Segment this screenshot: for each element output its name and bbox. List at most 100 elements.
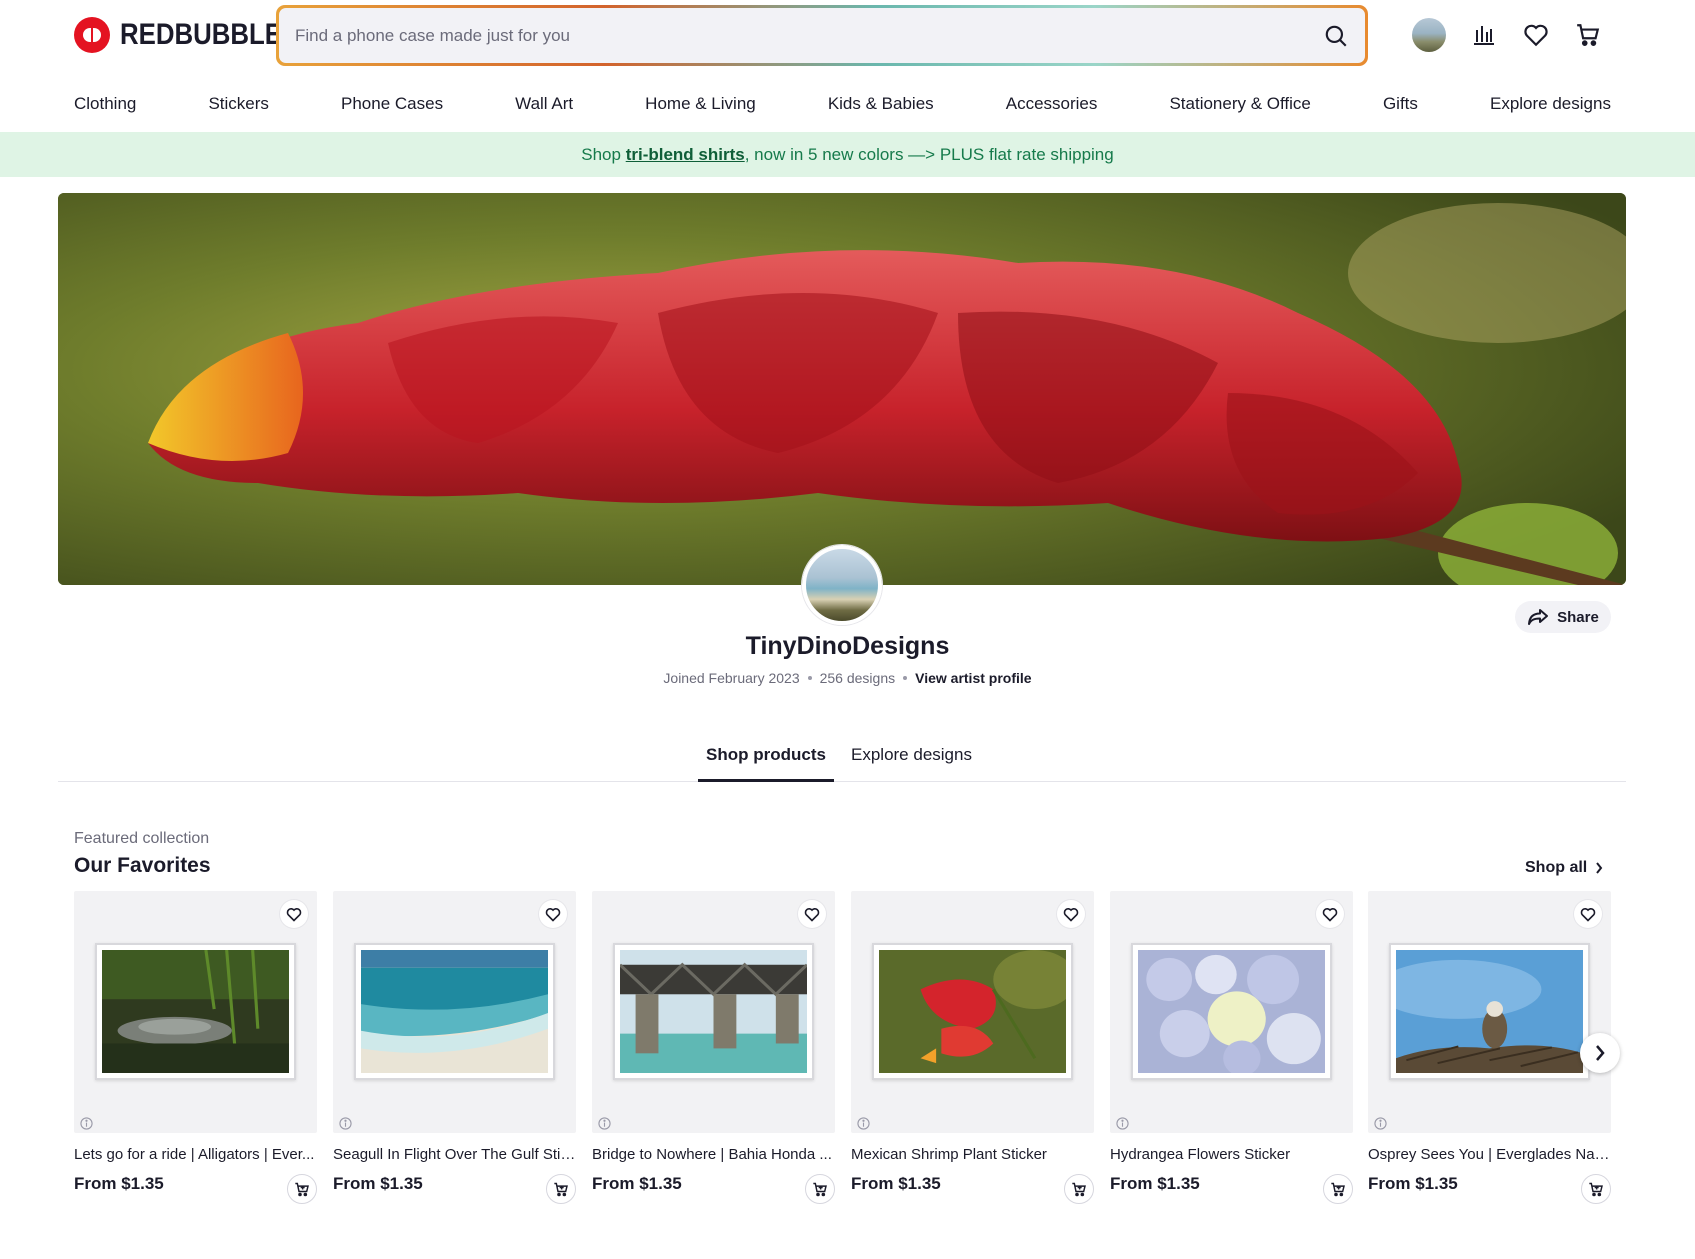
product-title[interactable]: Mexican Shrimp Plant Sticker <box>851 1146 1094 1163</box>
chevron-right-icon <box>1596 862 1603 874</box>
view-artist-profile-link[interactable]: View artist profile <box>915 670 1031 686</box>
product-price: From $1.35 <box>1110 1174 1200 1193</box>
product-price: From $1.35 <box>1368 1174 1458 1193</box>
nav-phone-cases[interactable]: Phone Cases <box>341 94 443 114</box>
favorite-button[interactable] <box>539 900 567 928</box>
heart-icon <box>1063 907 1079 922</box>
category-nav: Clothing Stickers Phone Cases Wall Art H… <box>74 94 1611 114</box>
dashboard-icon[interactable] <box>1470 21 1498 49</box>
account-avatar[interactable] <box>1412 18 1446 52</box>
info-icon[interactable] <box>80 1117 93 1130</box>
cover-banner-image <box>58 193 1626 585</box>
collection-title: Our Favorites <box>74 854 211 877</box>
artist-avatar <box>802 545 882 625</box>
heart-icon <box>286 907 302 922</box>
cart-add-icon <box>1072 1182 1086 1196</box>
shop-all-label: Shop all <box>1525 859 1588 876</box>
favorite-button[interactable] <box>1057 900 1085 928</box>
separator-dot <box>807 676 812 680</box>
heart-icon <box>545 907 561 922</box>
header-actions <box>1412 18 1602 52</box>
heart-icon <box>1580 907 1596 922</box>
sticker-preview <box>354 943 555 1080</box>
product-price: From $1.35 <box>74 1174 164 1193</box>
nav-accessories[interactable]: Accessories <box>1006 94 1098 114</box>
heart-icon[interactable] <box>1522 21 1550 49</box>
product-title[interactable]: Hydrangea Flowers Sticker <box>1110 1146 1353 1163</box>
product-card[interactable]: Osprey Sees You | Everglades Nati... Fro… <box>1368 891 1611 1204</box>
brand-name: REDBUBBLE <box>120 18 282 51</box>
sticker-preview <box>95 943 296 1080</box>
nav-kids-babies[interactable]: Kids & Babies <box>828 94 934 114</box>
info-icon[interactable] <box>339 1117 352 1130</box>
site-header: REDBUBBLE <box>0 0 1695 74</box>
product-price: From $1.35 <box>851 1174 941 1193</box>
search-icon[interactable] <box>1323 23 1349 49</box>
collection-subtitle: Featured collection <box>74 830 210 847</box>
share-button[interactable]: Share <box>1515 601 1611 633</box>
add-to-cart-button[interactable] <box>805 1174 835 1204</box>
product-image[interactable] <box>333 891 576 1133</box>
product-title[interactable]: Bridge to Nowhere | Bahia Honda ... <box>592 1146 835 1163</box>
product-card[interactable]: Seagull In Flight Over The Gulf Stic... … <box>333 891 576 1204</box>
product-image[interactable] <box>1110 891 1353 1133</box>
designs-count: 256 designs <box>819 670 896 686</box>
promo-link[interactable]: tri-blend shirts <box>626 145 745 165</box>
add-to-cart-button[interactable] <box>1581 1174 1611 1204</box>
favorite-button[interactable] <box>1316 900 1344 928</box>
sticker-preview <box>1389 943 1590 1080</box>
product-price: From $1.35 <box>333 1174 423 1193</box>
info-icon[interactable] <box>1374 1117 1387 1130</box>
product-card[interactable]: Bridge to Nowhere | Bahia Honda ... From… <box>592 891 835 1204</box>
tab-explore-designs[interactable]: Explore designs <box>851 745 972 782</box>
cart-add-icon <box>295 1182 309 1196</box>
nav-wall-art[interactable]: Wall Art <box>515 94 573 114</box>
artist-name: TinyDinoDesigns <box>745 632 950 660</box>
promo-banner: Shop tri-blend shirts, now in 5 new colo… <box>0 132 1695 177</box>
product-title[interactable]: Seagull In Flight Over The Gulf Stic... <box>333 1146 576 1163</box>
info-icon[interactable] <box>598 1117 611 1130</box>
redbubble-logo[interactable]: REDBUBBLE <box>74 17 308 53</box>
nav-home-living[interactable]: Home & Living <box>645 94 756 114</box>
add-to-cart-button[interactable] <box>287 1174 317 1204</box>
heart-icon <box>804 907 820 922</box>
cart-add-icon <box>1331 1182 1345 1196</box>
info-icon[interactable] <box>1116 1117 1129 1130</box>
add-to-cart-button[interactable] <box>1064 1174 1094 1204</box>
cart-add-icon <box>554 1182 568 1196</box>
favorite-button[interactable] <box>798 900 826 928</box>
product-carousel: Lets go for a ride | Alligators | Ever..… <box>74 891 1611 1211</box>
product-price: From $1.35 <box>592 1174 682 1193</box>
product-image[interactable] <box>1368 891 1611 1133</box>
add-to-cart-button[interactable] <box>546 1174 576 1204</box>
favorite-button[interactable] <box>1574 900 1602 928</box>
search-input[interactable] <box>295 25 1323 46</box>
nav-explore-designs[interactable]: Explore designs <box>1490 94 1611 114</box>
favorite-button[interactable] <box>280 900 308 928</box>
product-image[interactable] <box>592 891 835 1133</box>
product-card[interactable]: Mexican Shrimp Plant Sticker From $1.35 <box>851 891 1094 1204</box>
redbubble-logo-icon <box>74 17 110 53</box>
carousel-next-button[interactable] <box>1580 1033 1620 1073</box>
product-image[interactable] <box>851 891 1094 1133</box>
shop-all-link[interactable]: Shop all <box>1525 859 1603 877</box>
nav-stickers[interactable]: Stickers <box>208 94 268 114</box>
search-bar <box>276 5 1368 66</box>
tab-shop-products[interactable]: Shop products <box>698 745 834 782</box>
promo-prefix: Shop <box>581 144 621 164</box>
product-card[interactable]: Lets go for a ride | Alligators | Ever..… <box>74 891 317 1204</box>
info-icon[interactable] <box>857 1117 870 1130</box>
product-card[interactable]: Hydrangea Flowers Sticker From $1.35 <box>1110 891 1353 1204</box>
nav-stationery-office[interactable]: Stationery & Office <box>1169 94 1310 114</box>
sticker-preview <box>1131 943 1332 1080</box>
nav-clothing[interactable]: Clothing <box>74 94 136 114</box>
add-to-cart-button[interactable] <box>1323 1174 1353 1204</box>
cart-add-icon <box>813 1182 827 1196</box>
product-title[interactable]: Osprey Sees You | Everglades Nati... <box>1368 1146 1611 1163</box>
nav-gifts[interactable]: Gifts <box>1383 94 1418 114</box>
product-title[interactable]: Lets go for a ride | Alligators | Ever..… <box>74 1146 317 1163</box>
promo-suffix: , now in 5 new colors —> PLUS flat rate … <box>744 144 1114 164</box>
product-image[interactable] <box>74 891 317 1133</box>
cart-icon[interactable] <box>1574 21 1602 49</box>
sticker-preview <box>872 943 1073 1080</box>
